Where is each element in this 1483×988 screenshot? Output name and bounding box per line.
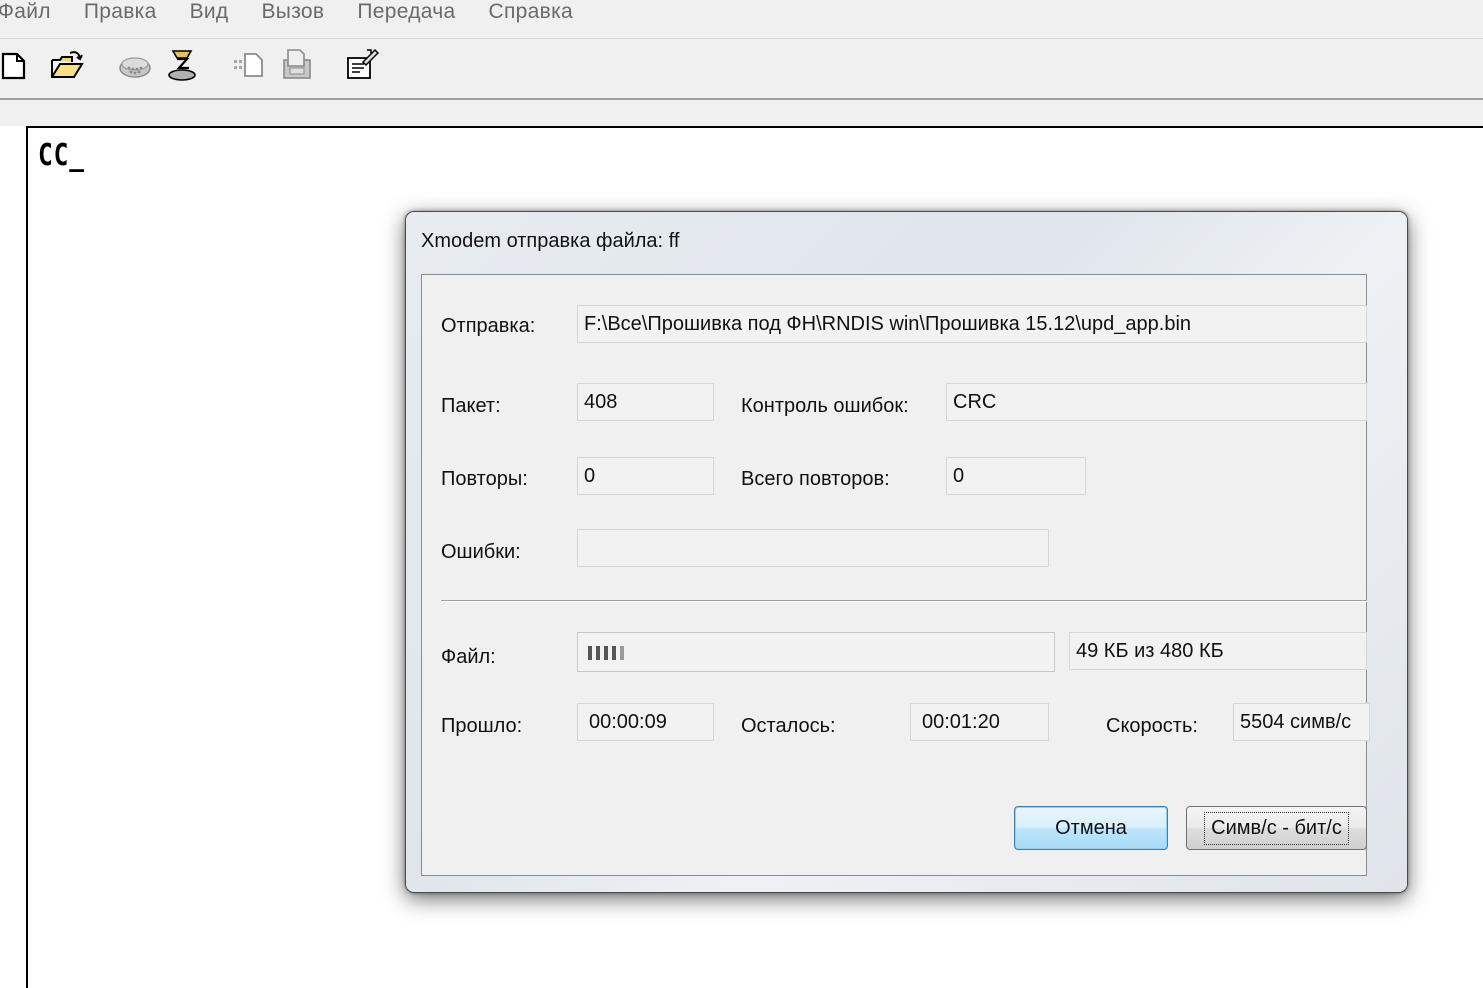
- file-label: Файл:: [441, 646, 496, 668]
- speed-label: Скорость:: [1106, 715, 1198, 737]
- disconnect-icon[interactable]: [165, 48, 199, 82]
- dialog-title: Xmodem отправка файла: ff: [421, 230, 680, 252]
- menu-view[interactable]: Вид: [190, 0, 229, 28]
- retries-field: 0: [577, 457, 714, 495]
- errors-field: [577, 529, 1049, 567]
- file-size-field: 49 КБ из 480 КБ: [1069, 632, 1367, 670]
- packet-field: 408: [577, 383, 714, 421]
- progress-segment: [612, 646, 616, 660]
- menu-help[interactable]: Справка: [489, 0, 573, 28]
- cancel-button[interactable]: Отмена: [1014, 806, 1168, 850]
- toolbar: [0, 38, 1483, 100]
- progress-segment: [604, 646, 608, 660]
- error-check-field: CRC: [946, 383, 1367, 421]
- elapsed-label: Прошло:: [441, 715, 523, 737]
- remaining-label: Осталось:: [741, 715, 836, 737]
- connect-phone-icon[interactable]: [118, 48, 152, 82]
- xmodem-send-dialog: Xmodem отправка файла: ff Отправка: F:\В…: [405, 211, 1408, 893]
- progress-segment: [588, 646, 592, 660]
- file-progress-bar: [577, 632, 1055, 672]
- menu-file[interactable]: Файл: [0, 0, 51, 28]
- receive-icon[interactable]: [280, 48, 314, 82]
- toolbar-top-divider: [0, 38, 1483, 39]
- open-folder-icon[interactable]: [50, 48, 84, 82]
- terminal-output: CC_: [38, 138, 85, 173]
- speed-field: 5504 симв/с: [1233, 703, 1370, 741]
- retries-label: Повторы:: [441, 468, 528, 490]
- send-path-field: F:\Все\Прошивка под ФН\RNDIS win\Прошивк…: [577, 305, 1367, 343]
- error-check-label: Контроль ошибок:: [741, 395, 909, 417]
- toolbar-gap: [0, 100, 1483, 126]
- packet-label: Пакет:: [441, 395, 501, 417]
- total-retries-label: Всего повторов:: [741, 468, 890, 490]
- total-retries-field: 0: [946, 457, 1086, 495]
- progress-segment: [596, 646, 600, 660]
- remaining-field: 00:01:20: [910, 703, 1049, 741]
- properties-icon[interactable]: [345, 48, 379, 82]
- menu-bar: Файл Правка Вид Вызов Передача Справка: [0, 0, 1483, 38]
- file-progress-fill: [588, 646, 628, 660]
- send-label: Отправка:: [441, 315, 536, 337]
- toggle-units-button[interactable]: Симв/с - бит/с: [1186, 806, 1367, 850]
- cancel-button-label: Отмена: [1055, 816, 1127, 839]
- menu-transfer[interactable]: Передача: [357, 0, 455, 28]
- send-icon[interactable]: [232, 48, 266, 82]
- dialog-client-area: Отправка: F:\Все\Прошивка под ФН\RNDIS w…: [421, 274, 1370, 876]
- toggle-units-button-label: Симв/с - бит/с: [1204, 811, 1349, 845]
- new-file-icon[interactable]: [0, 48, 34, 82]
- menu-edit[interactable]: Правка: [84, 0, 157, 28]
- menu-call[interactable]: Вызов: [262, 0, 325, 28]
- errors-label: Ошибки:: [441, 541, 521, 563]
- dialog-divider: [441, 600, 1367, 602]
- progress-segment: [620, 646, 624, 660]
- elapsed-field: 00:00:09: [577, 703, 714, 741]
